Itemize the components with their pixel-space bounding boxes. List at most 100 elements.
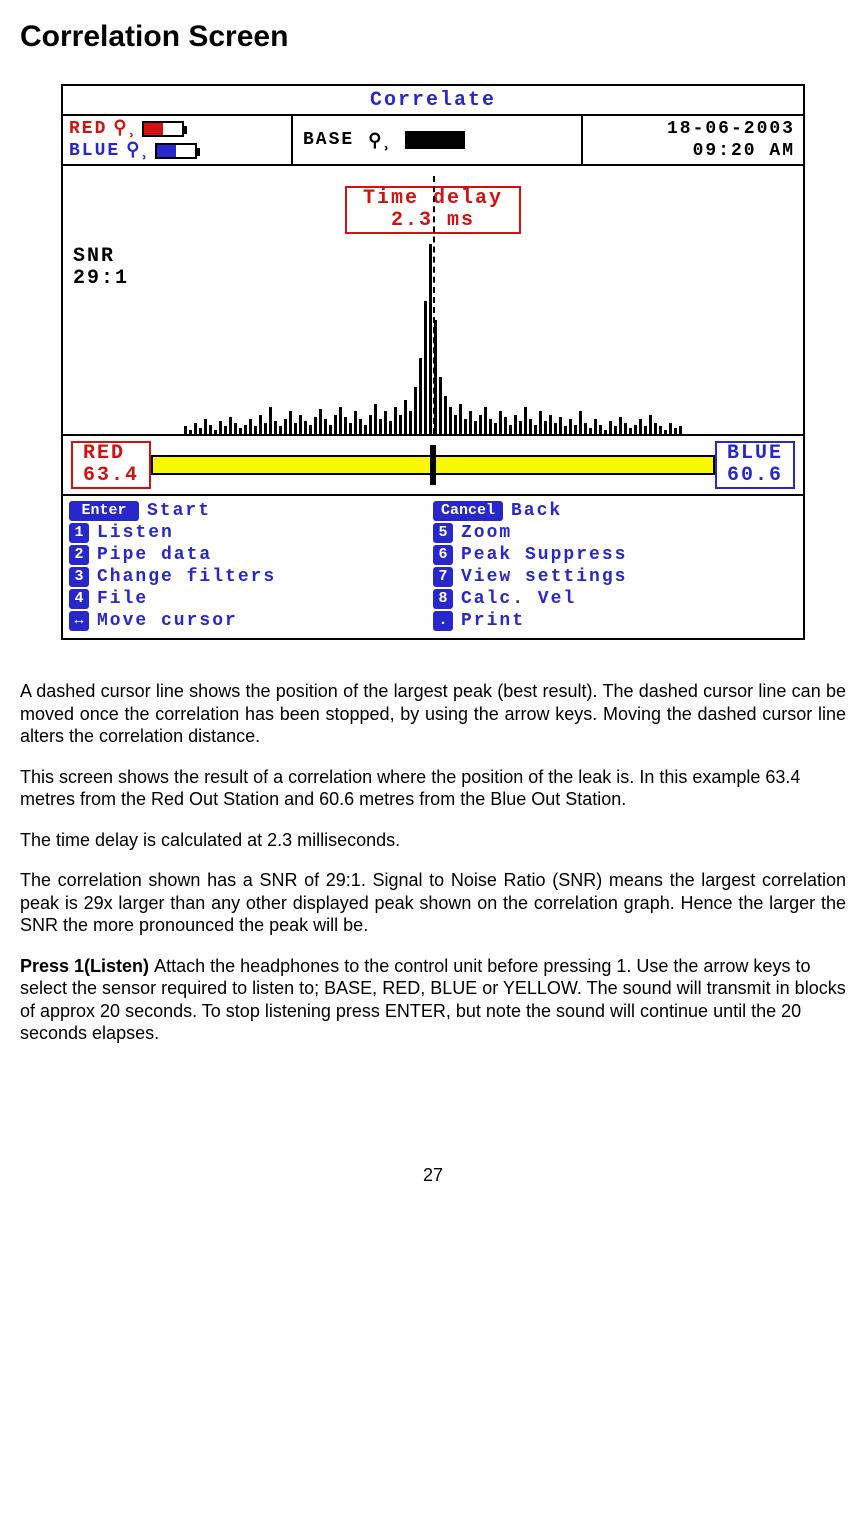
noise-bar bbox=[624, 423, 627, 434]
noise-bar bbox=[474, 421, 477, 434]
noise-bar bbox=[384, 411, 387, 434]
menu-label: Print bbox=[461, 610, 525, 632]
noise-bar bbox=[564, 426, 567, 434]
para-1: A dashed cursor line shows the position … bbox=[20, 680, 846, 748]
noise-bar bbox=[259, 415, 262, 434]
noise-bar bbox=[434, 320, 437, 434]
menu-item[interactable]: .Print bbox=[433, 610, 797, 632]
red-distance-label: RED bbox=[83, 443, 139, 465]
para-4: The correlation shown has a SNR of 29:1.… bbox=[20, 869, 846, 937]
noise-bar bbox=[679, 426, 682, 434]
noise-bar bbox=[214, 430, 217, 434]
noise-bar bbox=[649, 415, 652, 434]
menu-label: Back bbox=[511, 500, 562, 522]
menu-label: Change filters bbox=[97, 566, 276, 588]
noise-bar bbox=[669, 423, 672, 434]
menu-key: 3 bbox=[69, 567, 89, 587]
blue-distance-value: 60.6 bbox=[727, 465, 783, 487]
menu-item[interactable]: 1Listen bbox=[69, 522, 433, 544]
noise-bar bbox=[484, 407, 487, 434]
noise-bar bbox=[284, 419, 287, 434]
noise-bar bbox=[374, 404, 377, 434]
noise-bar bbox=[494, 423, 497, 434]
noise-bar bbox=[579, 411, 582, 434]
noise-bar bbox=[204, 419, 207, 434]
antenna-icon: ⚲⸒ bbox=[126, 140, 149, 162]
noise-bar bbox=[444, 396, 447, 434]
noise-bar bbox=[254, 426, 257, 434]
para-3: The time delay is calculated at 2.3 mill… bbox=[20, 829, 846, 852]
menu-label: Peak Suppress bbox=[461, 544, 627, 566]
noise-bar bbox=[379, 419, 382, 434]
menu-item[interactable]: 4File bbox=[69, 588, 433, 610]
noise-bar bbox=[499, 411, 502, 434]
noise-bar bbox=[439, 377, 442, 434]
menu-key: 1 bbox=[69, 523, 89, 543]
antenna-icon: ⚲⸒ bbox=[368, 128, 391, 152]
menu-item[interactable]: 8Calc. Vel bbox=[433, 588, 797, 610]
menu-key: ↔ bbox=[69, 611, 89, 631]
noise-bar bbox=[634, 425, 637, 435]
noise-bar bbox=[644, 426, 647, 434]
noise-bar bbox=[469, 411, 472, 434]
menu-item[interactable]: 5Zoom bbox=[433, 522, 797, 544]
para-5-bold: Press 1(Listen) bbox=[20, 956, 154, 976]
para-2: This screen shows the result of a correl… bbox=[20, 766, 846, 811]
noise-bar bbox=[549, 415, 552, 434]
menu-item[interactable]: 3 Change filters bbox=[69, 566, 433, 588]
menu-item[interactable]: 7View settings bbox=[433, 566, 797, 588]
noise-bar bbox=[329, 425, 332, 435]
red-distance-box: RED 63.4 bbox=[71, 441, 151, 489]
menu-item[interactable]: 2Pipe data bbox=[69, 544, 433, 566]
body-text: A dashed cursor line shows the position … bbox=[20, 680, 846, 1045]
red-distance-value: 63.4 bbox=[83, 465, 139, 487]
pipe-diagram bbox=[151, 455, 715, 475]
menu-key: 7 bbox=[433, 567, 453, 587]
noise-bar bbox=[479, 415, 482, 434]
noise-bar bbox=[234, 423, 237, 434]
noise-bar bbox=[489, 419, 492, 434]
noise-bar bbox=[614, 426, 617, 434]
menu-label: Move cursor bbox=[97, 610, 238, 632]
noise-bar bbox=[524, 407, 527, 434]
noise-bar bbox=[364, 425, 367, 435]
noise-bars bbox=[63, 234, 803, 434]
noise-bar bbox=[314, 417, 317, 434]
noise-bar bbox=[639, 419, 642, 434]
antenna-icon: ⚲⸒ bbox=[113, 118, 136, 140]
noise-bar bbox=[464, 419, 467, 434]
noise-bar bbox=[194, 423, 197, 434]
noise-bar bbox=[594, 419, 597, 434]
menu-item[interactable]: CancelBack bbox=[433, 500, 797, 522]
noise-bar bbox=[664, 430, 667, 434]
menu-item[interactable]: ↔ Move cursor bbox=[69, 610, 433, 632]
menu-area: EnterStart1Listen2Pipe data3 Change filte… bbox=[63, 496, 803, 638]
noise-bar bbox=[414, 387, 417, 435]
noise-bar bbox=[559, 417, 562, 434]
noise-bar bbox=[629, 428, 632, 434]
noise-bar bbox=[599, 425, 602, 435]
menu-item[interactable]: 6Peak Suppress bbox=[433, 544, 797, 566]
menu-label: Zoom bbox=[461, 522, 512, 544]
noise-bar bbox=[279, 426, 282, 434]
noise-bar bbox=[404, 400, 407, 434]
noise-bar bbox=[659, 426, 662, 434]
noise-bar bbox=[399, 415, 402, 434]
noise-bar bbox=[209, 425, 212, 435]
menu-item[interactable]: EnterStart bbox=[69, 500, 433, 522]
noise-bar bbox=[459, 404, 462, 434]
noise-bar bbox=[239, 428, 242, 434]
noise-bar bbox=[369, 415, 372, 434]
noise-bar bbox=[429, 244, 432, 434]
noise-bar bbox=[424, 301, 427, 434]
noise-bar bbox=[354, 411, 357, 434]
menu-key: 8 bbox=[433, 589, 453, 609]
noise-bar bbox=[654, 423, 657, 434]
noise-bar bbox=[569, 419, 572, 434]
status-blue-label: BLUE bbox=[69, 140, 120, 162]
noise-bar bbox=[229, 417, 232, 434]
status-bar: RED ⚲⸒ BLUE ⚲⸒ BASE ⚲⸒ 18-06-2003 09:20 … bbox=[63, 116, 803, 166]
blue-distance-label: BLUE bbox=[727, 443, 783, 465]
position-bar: RED 63.4 BLUE 60.6 bbox=[63, 436, 803, 496]
noise-bar bbox=[199, 428, 202, 434]
